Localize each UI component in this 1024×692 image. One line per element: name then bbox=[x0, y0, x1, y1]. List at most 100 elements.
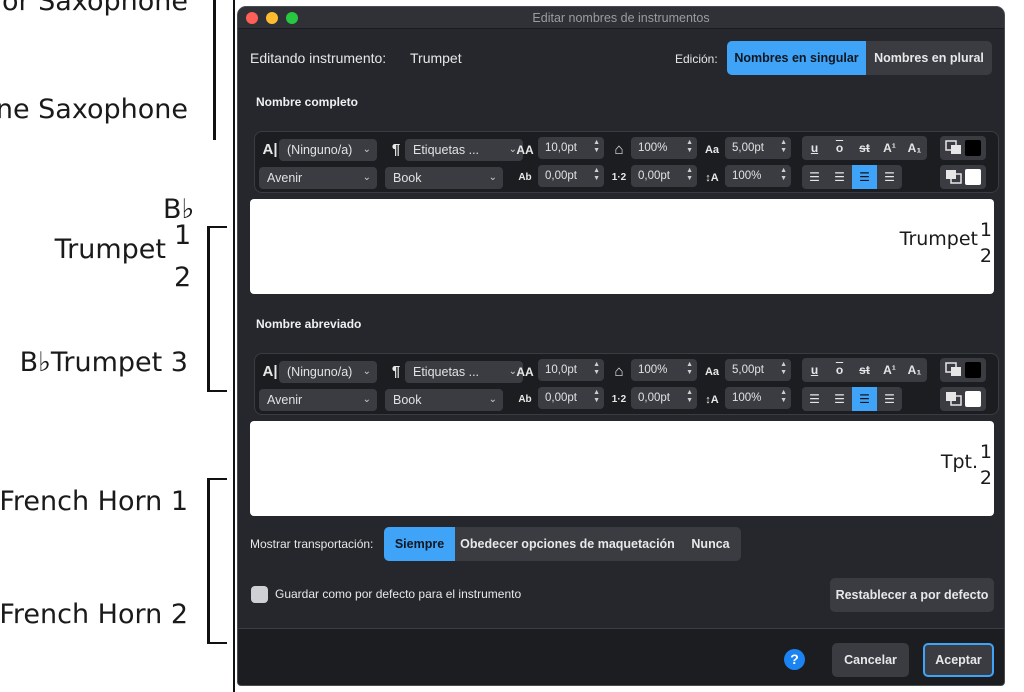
superscript-icon[interactable]: A¹ bbox=[877, 358, 902, 382]
width-icon: ⌂ bbox=[614, 141, 624, 158]
cancel-button[interactable]: Cancelar bbox=[832, 643, 909, 677]
save-default-checkbox[interactable] bbox=[251, 586, 268, 603]
abbrev-name-preview[interactable]: Tpt. 1 2 bbox=[250, 421, 994, 516]
edition-label: Edición: bbox=[675, 52, 718, 66]
align-left-icon[interactable]: ☰ bbox=[802, 387, 827, 411]
overline-icon[interactable]: o bbox=[827, 358, 852, 382]
line-spacing-stepper[interactable]: 100% ▲ ▼ bbox=[725, 387, 791, 409]
character-style-value: Etiquetas ... bbox=[413, 365, 480, 379]
line-spacing-value: 100% bbox=[732, 392, 762, 404]
letter-spacing-stepper[interactable]: 0,00pt ▲ ▼ bbox=[538, 165, 604, 187]
stepper-arrows-icon[interactable]: ▲ ▼ bbox=[686, 389, 693, 405]
align-center-icon[interactable]: ☰ bbox=[827, 387, 852, 411]
accept-button[interactable]: Aceptar bbox=[923, 643, 994, 677]
color-swatch-white[interactable] bbox=[965, 169, 981, 185]
align-right-icon[interactable]: ☰ bbox=[852, 387, 877, 411]
background-color-picker[interactable] bbox=[940, 165, 986, 189]
paragraph-style-dropdown[interactable]: (Ninguno/a) ⌄ bbox=[279, 361, 377, 383]
color-swatch-black[interactable] bbox=[965, 140, 981, 156]
plural-names-button[interactable]: Nombres en plural bbox=[866, 41, 992, 75]
reset-default-button[interactable]: Restablecer a por defecto bbox=[830, 578, 994, 612]
font-dropdown[interactable]: Avenir ⌄ bbox=[259, 167, 377, 189]
font-style-dropdown[interactable]: Book ⌄ bbox=[385, 167, 503, 189]
stepper-arrows-icon[interactable]: ▲ ▼ bbox=[593, 361, 600, 377]
spacing-after-icon: Aa bbox=[704, 366, 720, 378]
stepper-arrows-icon[interactable]: ▲ ▼ bbox=[780, 389, 787, 405]
stepper-arrows-icon[interactable]: ▲ ▼ bbox=[780, 361, 787, 377]
overline-icon[interactable]: o bbox=[827, 136, 852, 160]
color-swatch-black[interactable] bbox=[965, 362, 981, 378]
paragraph-style-dropdown[interactable]: (Ninguno/a) ⌄ bbox=[279, 139, 377, 161]
preview-number: 2 bbox=[979, 245, 992, 267]
justify-icon[interactable]: ☰ bbox=[877, 165, 902, 189]
strikethrough-icon[interactable]: st bbox=[852, 136, 877, 160]
letter-spacing-icon: Ab bbox=[518, 172, 532, 183]
text-decoration-group: u o st A¹ A₁ bbox=[802, 136, 927, 160]
stepper-arrows-icon[interactable]: ▲ ▼ bbox=[593, 167, 600, 183]
font-size-icon: AA bbox=[516, 143, 534, 157]
edit-instrument-names-dialog: Editar nombres de instrumentos Editando … bbox=[237, 6, 1005, 686]
width-stepper[interactable]: 100% ▲ ▼ bbox=[631, 137, 697, 159]
singular-names-button[interactable]: Nombres en singular bbox=[727, 41, 866, 75]
strikethrough-icon[interactable]: st bbox=[852, 358, 877, 382]
color-swatch-white[interactable] bbox=[965, 391, 981, 407]
stepper-arrows-icon[interactable]: ▲ ▼ bbox=[686, 361, 693, 377]
character-style-dropdown[interactable]: Etiquetas ... ⌄ bbox=[405, 361, 523, 383]
barline bbox=[233, 0, 235, 692]
paragraph-style-value: (Ninguno/a) bbox=[287, 365, 353, 379]
underline-icon[interactable]: u bbox=[802, 136, 827, 160]
align-right-icon[interactable]: ☰ bbox=[852, 165, 877, 189]
title-bar[interactable]: Editar nombres de instrumentos bbox=[238, 7, 1004, 29]
letter-spacing-value: 0,00pt bbox=[545, 392, 577, 404]
score-staff-number: 2 bbox=[174, 262, 192, 293]
background-color-picker[interactable] bbox=[940, 387, 986, 411]
stepper-arrows-icon[interactable]: ▲ ▼ bbox=[780, 139, 787, 155]
stepper-arrows-icon[interactable]: ▲ ▼ bbox=[593, 389, 600, 405]
paragraph-style-icon: A| bbox=[262, 363, 278, 380]
paragraph-style-value: (Ninguno/a) bbox=[287, 143, 353, 157]
superscript-icon[interactable]: A¹ bbox=[877, 136, 902, 160]
stepper-arrows-icon[interactable]: ▲ ▼ bbox=[686, 167, 693, 183]
line-spacing-stepper[interactable]: 100% ▲ ▼ bbox=[725, 165, 791, 187]
word-spacing-stepper[interactable]: 0,00pt ▲ ▼ bbox=[631, 165, 697, 187]
pilcrow-icon: ¶ bbox=[391, 363, 401, 380]
subscript-icon[interactable]: A₁ bbox=[902, 358, 927, 382]
justify-icon[interactable]: ☰ bbox=[877, 387, 902, 411]
stepper-arrows-icon[interactable]: ▲ ▼ bbox=[780, 167, 787, 183]
font-size-value: 10,0pt bbox=[545, 364, 577, 376]
subscript-icon[interactable]: A₁ bbox=[902, 136, 927, 160]
show-transposition-label: Mostrar transportación: bbox=[250, 537, 374, 551]
preview-number: 1 bbox=[979, 441, 992, 463]
font-dropdown[interactable]: Avenir ⌄ bbox=[259, 389, 377, 411]
character-style-dropdown[interactable]: Etiquetas ... ⌄ bbox=[405, 139, 523, 161]
preview-number: 1 bbox=[979, 219, 992, 241]
transposition-always-button[interactable]: Siempre bbox=[384, 527, 455, 561]
width-stepper[interactable]: 100% ▲ ▼ bbox=[631, 359, 697, 381]
text-color-picker[interactable] bbox=[940, 358, 986, 382]
spacing-after-stepper[interactable]: 5,00pt ▲ ▼ bbox=[725, 137, 791, 159]
preview-name-text: Trumpet bbox=[899, 228, 978, 250]
word-spacing-stepper[interactable]: 0,00pt ▲ ▼ bbox=[631, 387, 697, 409]
score-staff-number: 1 bbox=[174, 220, 192, 251]
stepper-arrows-icon[interactable]: ▲ ▼ bbox=[593, 139, 600, 155]
font-size-stepper[interactable]: 10,0pt ▲ ▼ bbox=[538, 137, 604, 159]
align-center-icon[interactable]: ☰ bbox=[827, 165, 852, 189]
letter-spacing-stepper[interactable]: 0,00pt ▲ ▼ bbox=[538, 387, 604, 409]
text-color-picker[interactable] bbox=[940, 136, 986, 160]
transposition-layout-options-button[interactable]: Obedecer opciones de maquetación bbox=[455, 527, 680, 561]
transposition-segmented-control: Siempre Obedecer opciones de maquetación… bbox=[384, 527, 741, 561]
full-name-preview[interactable]: Trumpet 1 2 bbox=[250, 199, 994, 294]
spacing-after-stepper[interactable]: 5,00pt ▲ ▼ bbox=[725, 359, 791, 381]
editing-instrument-value: Trumpet bbox=[410, 50, 462, 66]
align-left-icon[interactable]: ☰ bbox=[802, 165, 827, 189]
underline-icon[interactable]: u bbox=[802, 358, 827, 382]
character-style-value: Etiquetas ... bbox=[413, 143, 480, 157]
bracket-tip bbox=[207, 226, 227, 228]
font-style-dropdown[interactable]: Book ⌄ bbox=[385, 389, 503, 411]
bracket-tip bbox=[207, 390, 227, 392]
bracket-tip bbox=[207, 478, 227, 480]
stepper-arrows-icon[interactable]: ▲ ▼ bbox=[686, 139, 693, 155]
font-size-stepper[interactable]: 10,0pt ▲ ▼ bbox=[538, 359, 604, 381]
transposition-never-button[interactable]: Nunca bbox=[680, 527, 741, 561]
help-icon[interactable]: ? bbox=[784, 649, 805, 670]
